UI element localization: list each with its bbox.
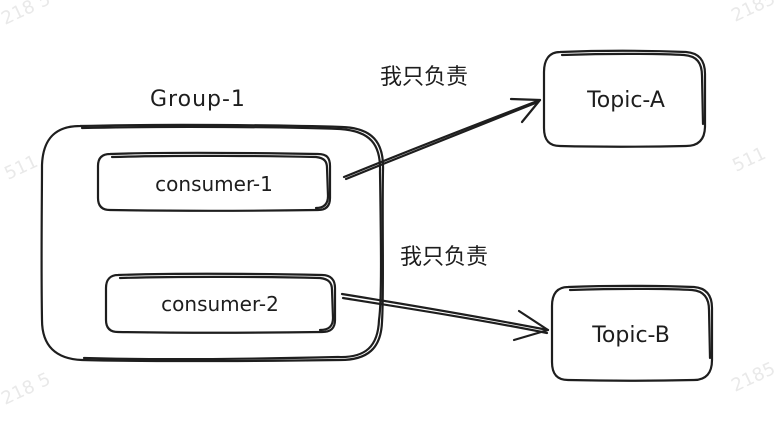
watermark-text: 218 5 xyxy=(0,369,54,410)
watermark-text: 2185 xyxy=(728,0,777,27)
watermark-text: 511 xyxy=(1,151,41,185)
consumer-group-diagram: 218 5 2185 511 511 2185 218 5 Group-1 co… xyxy=(0,0,777,410)
edge-arrow: 我只负责 xyxy=(340,245,550,342)
edge-arrow: 我只负责 xyxy=(342,65,542,181)
consumer-label: consumer-1 xyxy=(155,172,273,196)
consumer-node: consumer-2 xyxy=(104,272,337,334)
group-label: Group-1 xyxy=(150,87,246,112)
topic-node: Topic-B xyxy=(550,284,714,382)
group-box xyxy=(80,125,383,361)
watermark-text: 218 5 xyxy=(0,0,54,30)
edge-label: 我只负责 xyxy=(380,65,468,90)
arrow-line xyxy=(341,296,549,335)
arrow-line xyxy=(340,292,550,332)
watermark-text: 511 xyxy=(729,143,769,177)
topic-node: Topic-A xyxy=(542,49,707,148)
topic-label: Topic-B xyxy=(591,323,670,348)
topic-label: Topic-A xyxy=(586,88,665,113)
consumer-node: consumer-1 xyxy=(96,151,332,212)
edge-label: 我只负责 xyxy=(400,245,488,270)
consumer-label: consumer-2 xyxy=(161,292,279,316)
watermark-text: 2185 xyxy=(728,358,777,396)
